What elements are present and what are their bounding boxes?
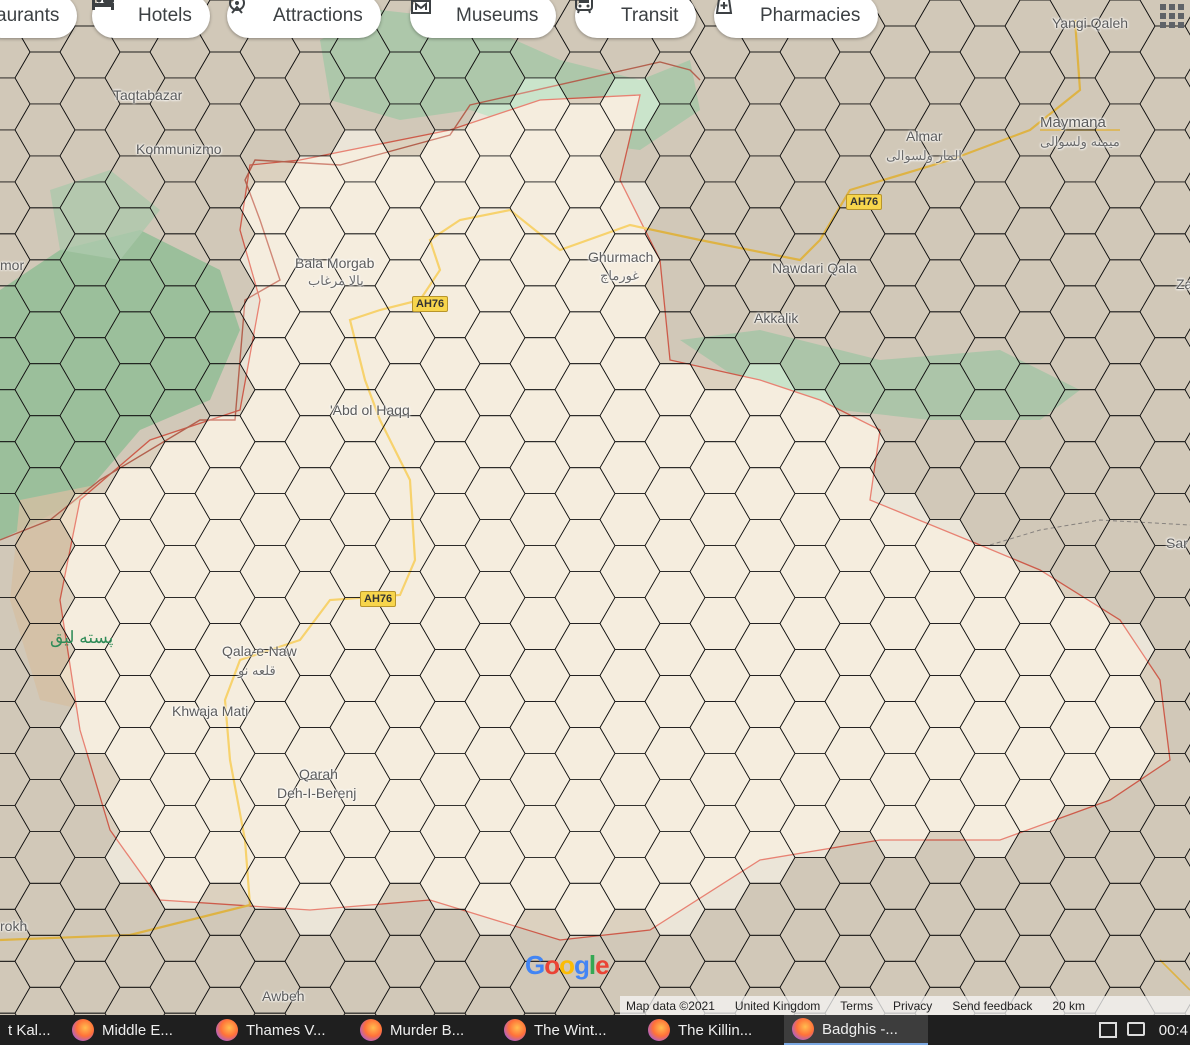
place-qala-e-naw-arabic: قلعه نو [238,663,276,678]
taskbar-item[interactable]: The Killin... [640,1015,778,1045]
pharmacy-icon [715,0,752,26]
google-logo: Google [525,950,610,981]
firefox-icon [648,1019,670,1041]
google-logo-letter: o [559,950,575,980]
place-almar[interactable]: Almar [906,128,943,144]
attribution-bar: Map data ©2021 United Kingdom Terms Priv… [620,996,1190,1015]
network-icon[interactable] [1126,1022,1145,1036]
place-ghurmach-arabic: غورماچ [600,268,640,283]
hotel-bed-icon [92,0,130,26]
taskbar-item-label: Murder B... [390,1021,465,1039]
place-awbeh[interactable]: Awbeh [262,988,305,1004]
taskbar-item-active[interactable]: Badghis -... [784,1015,928,1045]
chip-museums-label: Museums [456,5,539,26]
scale-label[interactable]: 20 km [1052,999,1085,1013]
place-akkalik[interactable]: Akkalik [754,310,798,326]
chip-restaurants[interactable]: aurants [0,0,78,38]
taskbar-item[interactable]: t Kal... [0,1015,58,1045]
place-sar[interactable]: Sar [1166,535,1188,551]
firefox-icon [72,1019,94,1041]
place-taqtabazar[interactable]: Taqtabazar [113,87,182,103]
place-qarah[interactable]: Qarah [299,766,338,782]
map-canvas[interactable]: aurants Hotels Attractions Museums Trans… [0,0,1190,1015]
chip-museums[interactable]: Museums [410,0,557,38]
chip-pharmacies[interactable]: Pharmacies [714,0,879,38]
google-logo-letter: e [595,950,610,980]
tray-app-icon[interactable] [1098,1022,1117,1038]
place-nawdari-qala[interactable]: Nawdari Qala [772,260,857,276]
google-logo-letter: g [574,950,590,980]
place-yangi-qaleh[interactable]: Yangi Qaleh [1052,15,1128,31]
firefox-icon [792,1018,814,1040]
taskbar-item-label: The Killin... [678,1021,753,1039]
google-logo-letter: G [525,950,545,980]
clock[interactable]: 00:4 [1159,1022,1188,1039]
place-mor[interactable]: mor [0,257,24,273]
place-kommunizm[interactable]: Kommunizmo [136,141,222,157]
chip-transit-label: Transit [621,5,679,26]
chip-attractions-label: Attractions [273,5,363,26]
terms-link[interactable]: Terms [840,999,873,1013]
firefox-icon [504,1019,526,1041]
place-maymana-arabic: میمنه ولسوالی [1040,134,1120,149]
taskbar-item-label: Thames V... [246,1021,326,1039]
region-label[interactable]: United Kingdom [735,999,820,1013]
google-logo-letter: o [544,950,560,980]
place-rokh[interactable]: rokh [0,918,27,934]
taskbar-item-label: Middle E... [102,1021,173,1039]
road-shield-ah76: AH76 [412,296,449,312]
chip-transit[interactable]: Transit [575,0,697,38]
taskbar-item[interactable]: Middle E... [64,1015,202,1045]
firefox-icon [216,1019,238,1041]
apps-grid-icon[interactable] [1158,2,1186,30]
chip-pharmacies-label: Pharmacies [760,5,861,26]
road-shield-ah76: AH76 [360,591,397,607]
place-khwaja-mati[interactable]: Khwaja Mati [172,703,248,719]
place-ghurmach[interactable]: Ghurmach [588,249,653,265]
taskbar-item[interactable]: Murder B... [352,1015,490,1045]
place-maymana[interactable]: Maymana [1040,114,1106,131]
place-abd-ol-haqq[interactable]: 'Abd ol Haqq [330,402,410,418]
place-qala-e-naw[interactable]: Qala-e-Naw [222,643,297,659]
place-bala-morgab-arabic: بالا مرغاب [308,273,364,288]
chip-hotels-label: Hotels [138,5,192,26]
attractions-icon [229,0,265,26]
tray-icons[interactable] [1098,1022,1145,1038]
chip-attractions[interactable]: Attractions [227,0,381,38]
place-bala-morgab[interactable]: Bala Morgab [295,255,374,271]
send-feedback-link[interactable]: Send feedback [952,999,1032,1013]
taskbar-item-label: The Wint... [534,1021,607,1039]
place-za[interactable]: Za [1176,276,1190,292]
place-almar-arabic: المار ولسوالی [886,148,962,163]
taskbar-item[interactable]: Thames V... [208,1015,346,1045]
firefox-icon [360,1019,382,1041]
taskbar-item-label: t Kal... [8,1021,51,1039]
place-pesta-liq: پسته لیق [50,628,114,647]
chip-restaurants-label: aurants [0,5,60,26]
museum-icon [411,0,448,26]
place-deh-i-berenj[interactable]: Deh-I-Berenj [277,785,356,801]
taskbar-item[interactable]: The Wint... [496,1015,634,1045]
taskbar-item-label: Badghis -... [822,1020,898,1038]
chip-hotels[interactable]: Hotels [92,0,210,38]
road-shield-ah76: AH76 [846,194,883,210]
transit-bus-icon [575,0,613,26]
map-data-label[interactable]: Map data ©2021 [626,999,715,1013]
privacy-link[interactable]: Privacy [893,999,932,1013]
taskbar: t Kal... Middle E... Thames V... Murder … [0,1015,1190,1045]
